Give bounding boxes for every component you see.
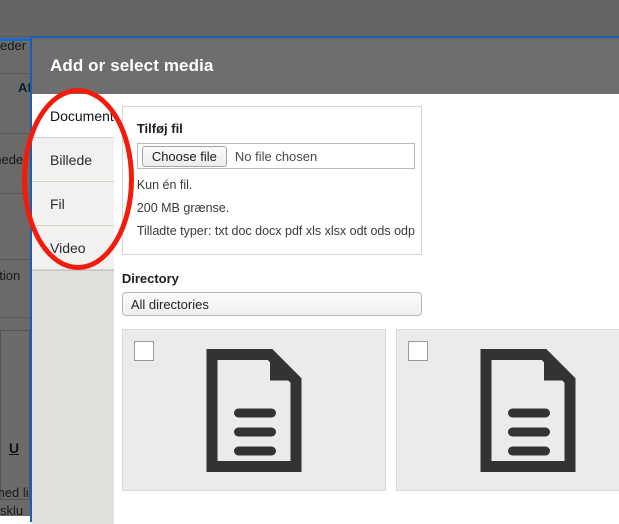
directory-selected-value: All directories bbox=[131, 297, 209, 312]
dialog-title: Add or select media bbox=[50, 56, 213, 76]
upload-fieldset: Tilføj fil Choose file No file chosen Ku… bbox=[122, 106, 422, 255]
media-card[interactable] bbox=[122, 329, 386, 491]
media-card[interactable] bbox=[396, 329, 619, 491]
upload-hint-allowed-types: Tilladte typer: txt doc docx pdf xls xls… bbox=[137, 224, 407, 238]
directory-label: Directory bbox=[122, 271, 619, 286]
upload-hint-single-file: Kun én fil. bbox=[137, 178, 407, 192]
upload-hint-size-limit: 200 MB grænse. bbox=[137, 201, 407, 215]
tab-label: Fil bbox=[50, 196, 65, 212]
tab-label: Document bbox=[50, 108, 114, 124]
tab-label: Video bbox=[50, 240, 86, 256]
document-icon bbox=[478, 349, 578, 478]
tab-label: Billede bbox=[50, 152, 92, 168]
file-status-text: No file chosen bbox=[235, 149, 317, 164]
add-or-select-media-dialog: Add or select media Document Billede Fil… bbox=[30, 36, 619, 522]
directory-select[interactable]: All directories bbox=[122, 292, 422, 316]
document-icon bbox=[204, 349, 304, 478]
file-upload-input[interactable]: Choose file No file chosen bbox=[137, 143, 415, 169]
media-panel: Tilføj fil Choose file No file chosen Ku… bbox=[114, 94, 619, 524]
dialog-header: Add or select media bbox=[32, 38, 619, 94]
dialog-body: Document Billede Fil Video Tilføj fil Ch… bbox=[32, 94, 619, 524]
tab-document[interactable]: Document bbox=[32, 94, 114, 138]
media-card-checkbox[interactable] bbox=[408, 341, 428, 361]
tab-billede[interactable]: Billede bbox=[32, 138, 114, 182]
media-card-checkbox[interactable] bbox=[134, 341, 154, 361]
upload-label: Tilføj fil bbox=[137, 121, 407, 136]
media-card-grid bbox=[122, 329, 619, 491]
media-type-tab-list: Document Billede Fil Video bbox=[32, 94, 114, 524]
tab-video[interactable]: Video bbox=[32, 226, 114, 270]
choose-file-button[interactable]: Choose file bbox=[142, 146, 227, 167]
tab-list-filler bbox=[32, 270, 114, 524]
tab-fil[interactable]: Fil bbox=[32, 182, 114, 226]
